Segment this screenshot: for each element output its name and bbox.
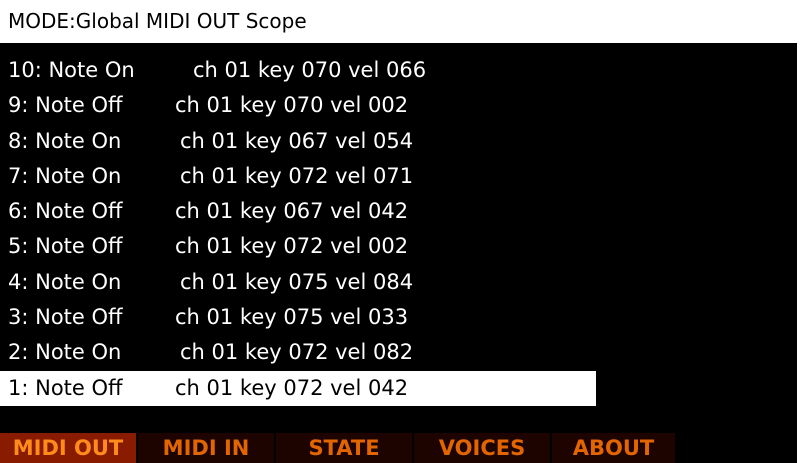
midi-scope-screen: MODE:Global MIDI OUT Scope 10: Note On c… [0,0,797,463]
event-data: ch 01 key 072 vel 071 [180,163,414,188]
event-data: ch 01 key 070 vel 002 [175,93,409,118]
event-data: ch 01 key 070 vel 066 [193,58,427,82]
event-row-9[interactable]: 9: Note Off ch 01 key 070 vel 002 [0,88,797,123]
event-type-label: 5: Note Off [8,234,123,259]
event-type-label: 8: Note On [8,128,122,153]
tab-voices[interactable]: VOICES [414,433,550,463]
event-row-3[interactable]: 3: Note Off ch 01 key 075 vel 033 [0,300,797,335]
tab-midi-out[interactable]: MIDI OUT [0,433,136,463]
event-row-7[interactable]: 7: Note On ch 01 key 072 vel 071 [0,159,797,194]
event-type-label: 4: Note On [8,269,122,294]
event-row-1-selected[interactable]: 1: Note Off ch 01 key 072 vel 042 [0,370,596,406]
tab-state[interactable]: STATE [276,433,412,463]
event-data: ch 01 key 072 vel 002 [175,234,409,259]
event-type-label: 2: Note On [8,340,122,365]
event-row-4[interactable]: 4: Note On ch 01 key 075 vel 084 [0,265,797,300]
event-type-label: 10: Note On [8,58,135,82]
tab-about[interactable]: ABOUT [552,433,675,463]
event-row-6[interactable]: 6: Note Off ch 01 key 067 vel 042 [0,194,797,229]
event-data: ch 01 key 067 vel 042 [175,199,409,224]
tab-midi-in[interactable]: MIDI IN [138,433,274,463]
event-data: ch 01 key 075 vel 033 [175,305,409,330]
screen-border [797,0,803,463]
midi-event-list: 10: Note On ch 01 key 070 vel 066 9: Not… [0,53,797,406]
bottom-tab-bar: MIDI OUT MIDI IN STATE VOICES ABOUT [0,433,797,463]
event-data: ch 01 key 067 vel 054 [180,128,414,153]
event-data: ch 01 key 075 vel 084 [180,269,414,294]
event-type-label: 7: Note On [8,163,122,188]
event-row-10[interactable]: 10: Note On ch 01 key 070 vel 066 [0,53,797,88]
event-type-label: 9: Note Off [8,93,123,118]
event-data: ch 01 key 072 vel 042 [175,375,409,400]
mode-title-bar: MODE:Global MIDI OUT Scope [0,0,797,43]
event-row-8[interactable]: 8: Note On ch 01 key 067 vel 054 [0,124,797,159]
event-data: ch 01 key 072 vel 082 [180,340,414,365]
event-type-label: 1: Note Off [8,375,123,400]
event-type-label: 6: Note Off [8,199,123,224]
event-type-label: 3: Note Off [8,305,123,330]
event-row-5[interactable]: 5: Note Off ch 01 key 072 vel 002 [0,229,797,264]
event-row-2[interactable]: 2: Note On ch 01 key 072 vel 082 [0,335,797,370]
